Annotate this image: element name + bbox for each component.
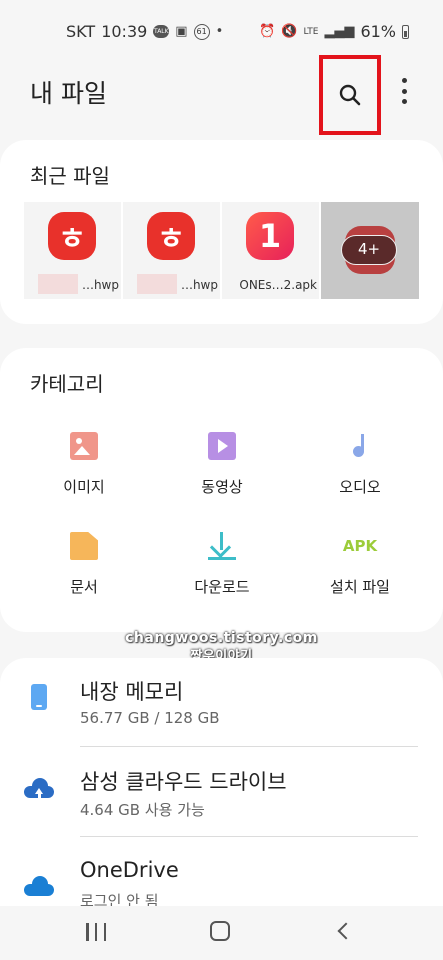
more-options-button[interactable] bbox=[392, 76, 416, 106]
recent-files-title: 최근 파일 bbox=[30, 164, 110, 188]
category-audio[interactable]: 오디오 bbox=[290, 432, 430, 497]
more-dot bbox=[401, 88, 407, 94]
hwp-app-icon: ㅎ bbox=[147, 212, 195, 260]
recent-apps-button[interactable] bbox=[86, 923, 106, 941]
search-icon bbox=[339, 84, 361, 106]
recent-file-name: ONEs…2.apk bbox=[239, 278, 317, 292]
storage-onedrive[interactable]: OneDrive 로그인 안 됨 bbox=[0, 838, 443, 908]
category-image[interactable]: 이미지 bbox=[14, 432, 154, 497]
storage-name: OneDrive bbox=[80, 858, 179, 882]
apk-icon: APK bbox=[342, 537, 378, 555]
phone-icon bbox=[31, 684, 47, 710]
signal-icon: ▂▄▆ bbox=[324, 24, 355, 39]
back-button[interactable] bbox=[337, 922, 355, 940]
recent-file-name: …hwp bbox=[180, 278, 218, 292]
recent-file-item[interactable]: ㅎ …hwp bbox=[123, 202, 220, 299]
search-button[interactable] bbox=[319, 55, 381, 135]
categories-title: 카테고리 bbox=[30, 372, 104, 396]
category-label: 설치 파일 bbox=[330, 578, 390, 596]
mute-icon: 🔇 bbox=[281, 24, 298, 39]
more-count-badge: 4+ bbox=[341, 235, 397, 265]
status-left: SKT 10:39 TALK ▣ 61 • bbox=[66, 22, 223, 41]
storage-detail: 4.64 GB 사용 가능 bbox=[80, 801, 205, 819]
categories-card: 카테고리 이미지 동영상 오디오 문서 다운로드 APK 설치 파일 bbox=[0, 348, 443, 632]
divider bbox=[80, 746, 418, 747]
category-label: 문서 bbox=[70, 578, 98, 596]
storage-card: 내장 메모리 56.77 GB / 128 GB 삼성 클라우드 드라이브 4.… bbox=[0, 658, 443, 908]
storage-internal[interactable]: 내장 메모리 56.77 GB / 128 GB bbox=[0, 658, 443, 748]
category-installation-files[interactable]: APK 설치 파일 bbox=[290, 532, 430, 597]
recent-file-item[interactable]: 1 ONEs…2.apk bbox=[222, 202, 319, 299]
battery-percent: 61% bbox=[360, 22, 396, 41]
clock: 10:39 bbox=[101, 22, 148, 41]
app-header: 내 파일 bbox=[0, 55, 443, 136]
recent-file-item[interactable]: ㅎ …hwp bbox=[24, 202, 121, 299]
storage-samsung-cloud[interactable]: 삼성 클라우드 드라이브 4.64 GB 사용 가능 bbox=[0, 748, 443, 838]
notification-count-icon: 61 bbox=[193, 23, 210, 40]
battery-icon bbox=[402, 24, 409, 39]
watermark-url: changwoos.tistory.com bbox=[125, 630, 318, 646]
kakaotalk-icon: TALK bbox=[153, 25, 170, 38]
recent-files-list: ㅎ …hwp ㅎ …hwp 1 ONEs…2.apk 4+ bbox=[24, 202, 419, 299]
carrier-label: SKT bbox=[66, 22, 96, 41]
lte-icon: LTE bbox=[303, 26, 319, 37]
home-button[interactable] bbox=[210, 921, 230, 941]
onestore-app-icon: 1 bbox=[246, 212, 294, 260]
category-video[interactable]: 동영상 bbox=[152, 432, 292, 497]
status-right: ⏰ 🔇 LTE ▂▄▆ 61% bbox=[259, 22, 409, 41]
category-label: 이미지 bbox=[63, 478, 105, 496]
more-recent-files-button[interactable]: 4+ bbox=[321, 202, 419, 299]
hwp-app-icon: ㅎ bbox=[48, 212, 96, 260]
recent-files-card: 최근 파일 ㅎ …hwp ㅎ …hwp 1 ONEs…2.apk 4+ bbox=[0, 140, 443, 324]
gallery-icon: ▣ bbox=[175, 24, 188, 39]
storage-detail: 56.77 GB / 128 GB bbox=[80, 709, 220, 727]
system-nav-bar bbox=[0, 906, 443, 960]
video-icon bbox=[208, 432, 236, 460]
more-dot bbox=[401, 99, 407, 104]
alarm-icon: ⏰ bbox=[259, 24, 276, 39]
onedrive-icon bbox=[24, 876, 54, 902]
category-label: 동영상 bbox=[201, 478, 243, 496]
category-label: 다운로드 bbox=[194, 578, 250, 596]
recent-file-name: …hwp bbox=[81, 278, 119, 292]
more-dot bbox=[401, 78, 407, 83]
image-icon bbox=[70, 432, 98, 460]
download-icon bbox=[208, 532, 236, 560]
page-title: 내 파일 bbox=[30, 79, 107, 108]
audio-icon bbox=[346, 432, 374, 460]
divider bbox=[80, 836, 418, 837]
category-label: 오디오 bbox=[339, 478, 381, 496]
storage-name: 내장 메모리 bbox=[80, 680, 184, 704]
more-notifications-dot: • bbox=[215, 24, 224, 39]
samsung-cloud-icon bbox=[24, 778, 54, 804]
document-icon bbox=[70, 532, 98, 560]
category-downloads[interactable]: 다운로드 bbox=[152, 532, 292, 597]
category-documents[interactable]: 문서 bbox=[14, 532, 154, 597]
storage-name: 삼성 클라우드 드라이브 bbox=[80, 770, 287, 794]
